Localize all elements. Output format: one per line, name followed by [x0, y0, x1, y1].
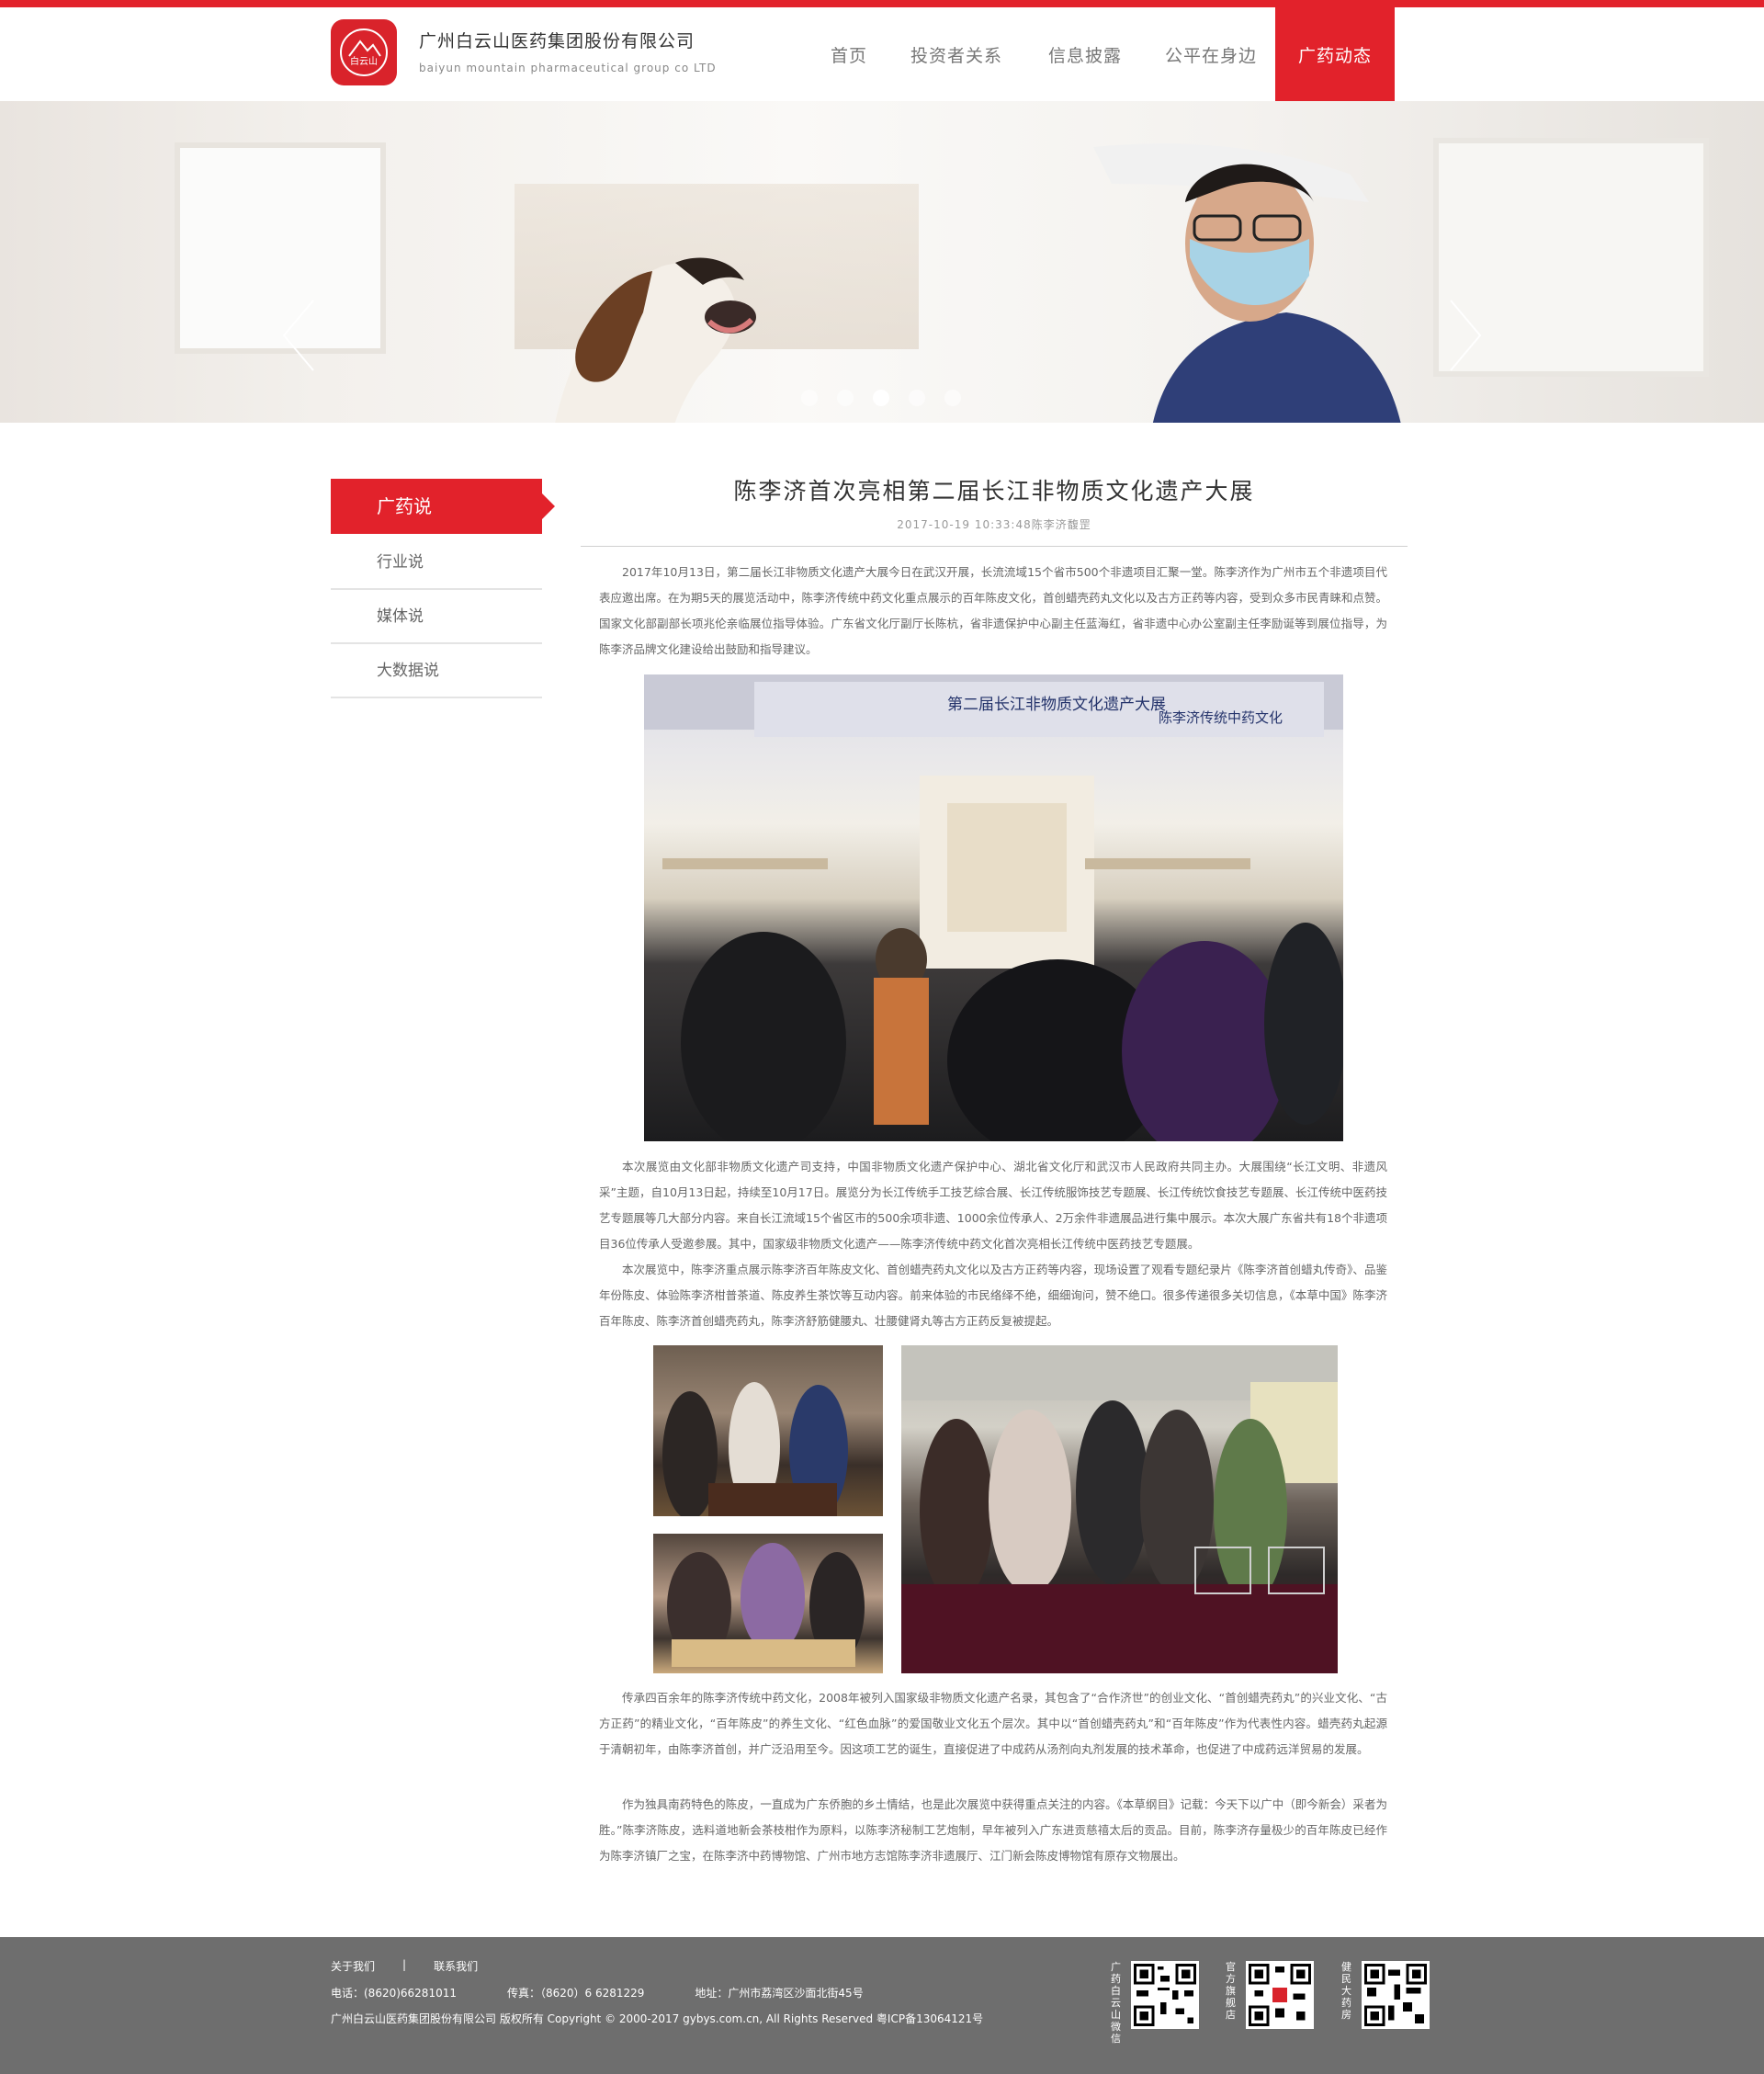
article-paragraph: 本次展览由文化部非物质文化遗产司支持，中国非物质文化遗产保护中心、湖北省文化厅和…	[599, 1160, 1387, 1251]
article-photo-visitors	[653, 1345, 883, 1516]
site-header: 白云山 广州白云山医药集团股份有限公司 baiyun mountain phar…	[0, 7, 1764, 101]
carousel-next-arrow-icon[interactable]	[1447, 299, 1484, 372]
qr-label: 广药白云山微信	[1111, 1961, 1121, 2045]
nav-item-investor-relations[interactable]: 投资者关系	[889, 7, 1023, 101]
svg-text:陈李济传统中药文化: 陈李济传统中药文化	[1159, 709, 1283, 726]
footer-address: 地址：广州市荔湾区沙面北街45号	[695, 1987, 864, 2000]
footer-fax: 传真：（8620）6 6281229	[506, 1987, 645, 2000]
company-name-en: baiyun mountain pharmaceutical group co …	[419, 62, 717, 74]
article-photo-tea-tasting	[653, 1534, 883, 1673]
nav-item-disclosure[interactable]: 信息披露	[1023, 7, 1147, 101]
article-photo-exhibition-booth: 第二届长江非物质文化遗产大展 陈李济传统中药文化	[644, 674, 1343, 1141]
qr-wechat: 广药白云山微信	[1111, 1961, 1199, 2045]
carousel-dot[interactable]	[944, 390, 961, 406]
top-accent-bar	[0, 0, 1764, 7]
sidebar-item-industry[interactable]: 行业说	[331, 536, 542, 590]
banner-dog-illustration	[555, 257, 756, 423]
qr-label: 健民大药房	[1341, 1961, 1351, 2021]
nav-item-news[interactable]: 广药动态	[1275, 7, 1395, 101]
sidebar-item-media[interactable]: 媒体说	[331, 590, 542, 644]
article-paragraph: 作为独具南药特色的陈皮，一直成为广东侨胞的乡土情结，也是此次展览中获得重点关注的…	[599, 1797, 1387, 1863]
footer-link-contact[interactable]: 联系我们	[434, 1958, 478, 1974]
carousel-dot[interactable]	[837, 390, 854, 406]
article-paragraph: 2017年10月13日，第二届长江非物质文化遗产大展今日在武汉开展，长流流域15…	[599, 565, 1387, 656]
main-nav: 首页 投资者关系 信息披露 公平在身边 广药动态	[808, 7, 1395, 101]
qr-label: 官方旗舰店	[1226, 1961, 1236, 2021]
qr-code-icon[interactable]	[1131, 1961, 1199, 2029]
qr-pharmacy: 健民大药房	[1341, 1961, 1430, 2029]
qr-code-icon[interactable]	[1246, 1961, 1314, 2029]
carousel-prev-arrow-icon[interactable]	[280, 299, 317, 372]
qr-official-store: 官方旗舰店	[1226, 1961, 1314, 2029]
carousel-dot[interactable]	[801, 390, 818, 406]
article-photo-booth-crowd	[901, 1345, 1338, 1673]
hero-banner-carousel[interactable]	[0, 101, 1764, 423]
footer-copyright: 广州白云山医药集团股份有限公司 版权所有 Copyright © 2000-20…	[331, 2012, 984, 2025]
footer-link-about[interactable]: 关于我们	[331, 1958, 375, 1974]
footer-contact: 电话：(8620)66281011 传真：（8620）6 6281229 地址：…	[331, 1985, 914, 2000]
qr-code-icon[interactable]	[1362, 1961, 1430, 2029]
sidebar-item-big-data[interactable]: 大数据说	[331, 644, 542, 698]
company-logo[interactable]: 白云山	[331, 19, 397, 85]
carousel-dot[interactable]	[909, 390, 925, 406]
article-meta: 2017-10-19 10:33:48陈李济馥罡	[897, 518, 1091, 531]
footer-link-separator: |	[402, 1958, 407, 1971]
nav-item-home[interactable]: 首页	[808, 7, 889, 101]
banner-worker-illustration	[1093, 143, 1401, 423]
svg-text:第二届长江非物质文化遗产大展: 第二届长江非物质文化遗产大展	[947, 696, 1166, 714]
nav-item-fairness[interactable]: 公平在身边	[1147, 7, 1275, 101]
article-divider	[581, 546, 1408, 547]
logo-emblem-icon: 白云山	[340, 28, 388, 76]
article-paragraph: 传承四百余年的陈李济传统中药文化，2008年被列入国家级非物质文化遗产名录，其包…	[599, 1691, 1387, 1756]
article-title: 陈李济首次亮相第二届长江非物质文化遗产大展	[733, 478, 1255, 504]
footer-links: 关于我们 | 联系我们	[331, 1958, 505, 1974]
footer-phone: 电话：(8620)66281011	[331, 1987, 457, 2000]
article-paragraph: 本次展览中，陈李济重点展示陈李济百年陈皮文化、首创蜡壳药丸文化以及古方正药等内容…	[599, 1263, 1387, 1328]
carousel-pagination	[801, 390, 980, 406]
logo-text: 白云山	[350, 57, 378, 67]
site-footer: 关于我们 | 联系我们 电话：(8620)66281011 传真：（8620）6…	[0, 1937, 1764, 2074]
sidebar-item-active[interactable]: 广药说	[331, 479, 555, 534]
carousel-dot-active[interactable]	[873, 390, 889, 406]
company-name-cn: 广州白云山医药集团股份有限公司	[419, 31, 695, 51]
